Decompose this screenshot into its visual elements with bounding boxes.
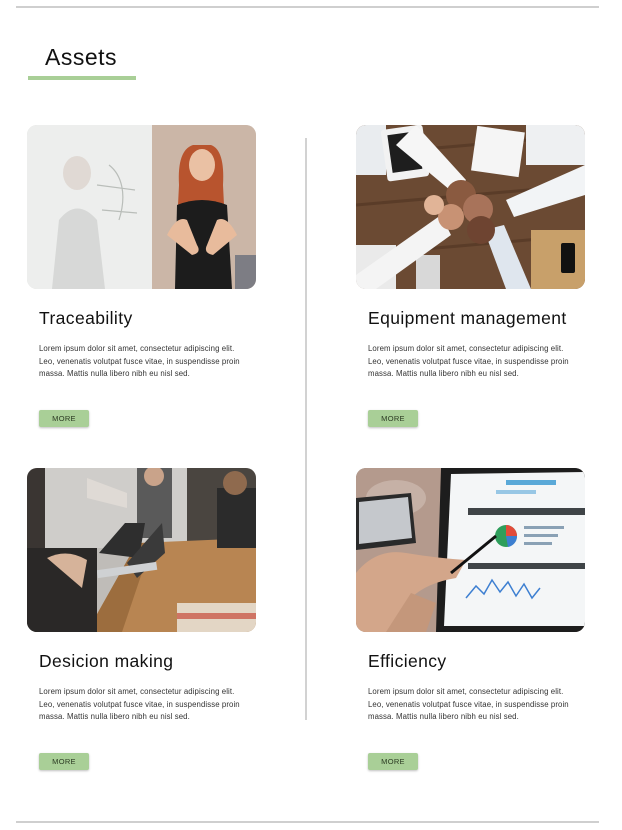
asset-card-equipment-management: Equipment management Lorem ipsum dolor s…: [356, 125, 606, 445]
woman-presenting-image: [27, 125, 256, 289]
asset-card-traceability: Traceability Lorem ipsum dolor sit amet,…: [27, 125, 277, 445]
tablet-analytics-photo-icon: [356, 468, 585, 632]
card-title: Efficiency: [368, 651, 447, 671]
more-button[interactable]: MORE: [368, 753, 418, 770]
card-description: Lorem ipsum dolor sit amet, consectetur …: [39, 344, 240, 379]
office-meeting-image: [27, 468, 256, 632]
card-title: Equipment management: [368, 308, 567, 328]
woman-presenting-photo-icon: [27, 125, 256, 289]
office-meeting-photo-icon: [27, 468, 256, 632]
team-fist-bump-image: [356, 125, 585, 289]
more-button[interactable]: MORE: [39, 753, 89, 770]
column-divider: [305, 138, 307, 720]
more-button[interactable]: MORE: [39, 410, 89, 427]
asset-card-efficiency: Efficiency Lorem ipsum dolor sit amet, c…: [356, 468, 606, 788]
page-title: Assets: [45, 44, 118, 70]
asset-card-decision-making: Desicion making Lorem ipsum dolor sit am…: [27, 468, 277, 788]
title-underline: [28, 76, 136, 80]
tablet-analytics-image: [356, 468, 585, 632]
top-rule: [16, 6, 599, 8]
more-button[interactable]: MORE: [368, 410, 418, 427]
bottom-rule: [16, 821, 599, 823]
card-description: Lorem ipsum dolor sit amet, consectetur …: [368, 344, 569, 379]
card-description: Lorem ipsum dolor sit amet, consectetur …: [368, 687, 569, 722]
card-title: Traceability: [39, 308, 133, 328]
card-description: Lorem ipsum dolor sit amet, consectetur …: [39, 687, 240, 722]
team-fist-bump-photo-icon: [356, 125, 585, 289]
card-title: Desicion making: [39, 651, 174, 671]
